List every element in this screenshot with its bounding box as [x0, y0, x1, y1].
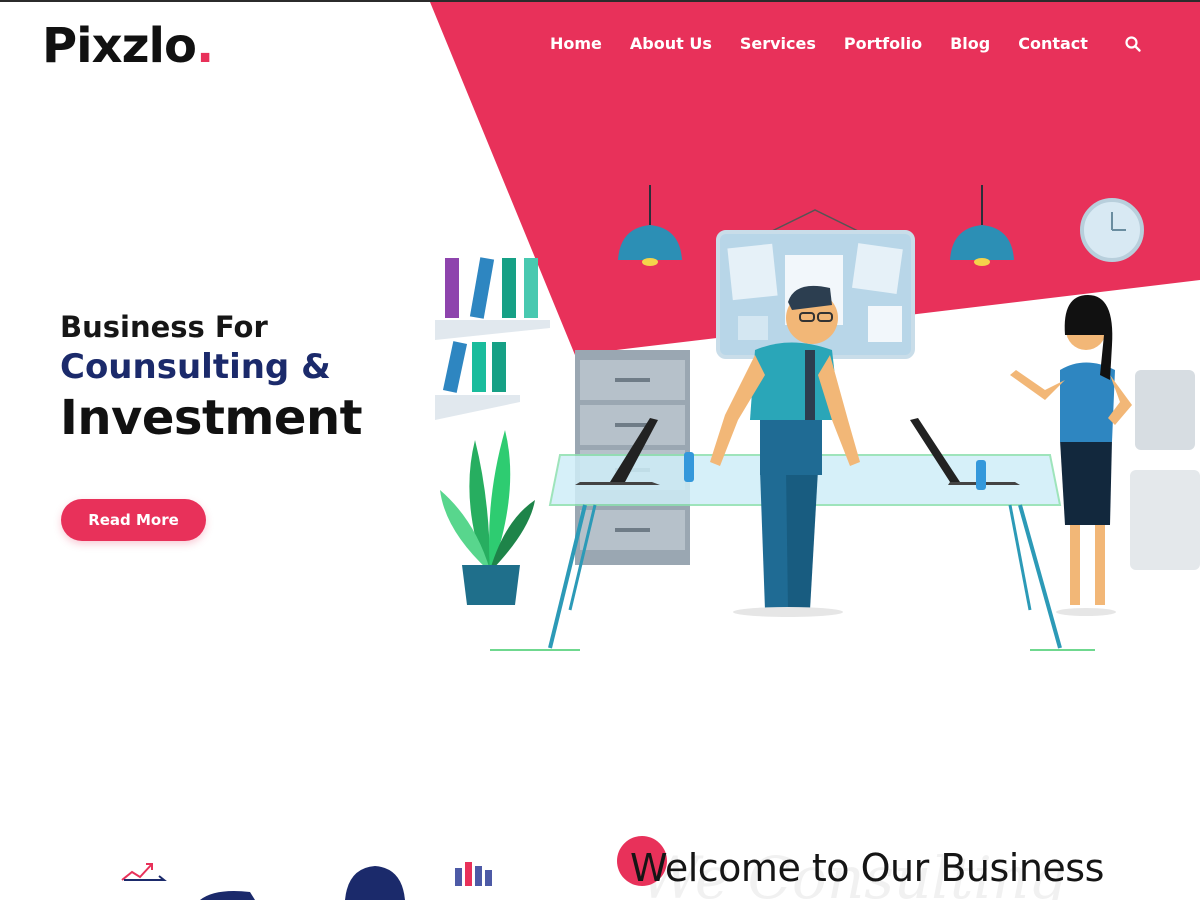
- welcome-title: Welcome to Our Business: [630, 846, 1104, 890]
- nav-item-blog[interactable]: Blog: [950, 34, 990, 53]
- person-icon: [345, 866, 405, 900]
- bar-chart-icon: [455, 862, 492, 886]
- brand-dot: .: [195, 18, 214, 74]
- search-icon[interactable]: [1124, 35, 1142, 53]
- wall-clock-icon: [1080, 198, 1144, 262]
- equipment-partial-icon: [1130, 370, 1200, 570]
- water-bottle-icon: [684, 452, 694, 482]
- potted-plant-icon: [440, 430, 535, 605]
- office-meeting-illustration: [435, 185, 1200, 651]
- nav-item-portfolio[interactable]: Portfolio: [844, 34, 922, 53]
- hero-heading-line-1: Business For: [60, 310, 268, 344]
- brand-logo[interactable]: Pixzlo.: [42, 18, 214, 74]
- nav-item-home[interactable]: Home: [550, 34, 602, 53]
- nav-item-services[interactable]: Services: [740, 34, 816, 53]
- bookshelf-icon: [435, 257, 550, 420]
- hero-heading-line-2: Counsulting &: [60, 347, 331, 387]
- read-more-button[interactable]: Read More: [61, 499, 206, 541]
- pendant-lamp-right-icon: [950, 185, 1014, 266]
- features-icon-row: [121, 862, 492, 900]
- hero-heading-line-3: Investment: [60, 390, 363, 446]
- growth-chart-icon: [121, 863, 167, 881]
- pendant-lamp-left-icon: [618, 185, 682, 266]
- welcome-section: We Consulting Welcome to Our Business: [600, 830, 1200, 900]
- hero-heading: Business For Counsulting & Investment: [60, 308, 363, 448]
- water-bottle-icon: [976, 460, 986, 490]
- main-nav: Home About Us Services Portfolio Blog Co…: [550, 34, 1142, 53]
- nav-item-contact[interactable]: Contact: [1018, 34, 1088, 53]
- brand-name: Pixzlo: [42, 18, 197, 74]
- nav-item-about-us[interactable]: About Us: [630, 34, 712, 53]
- person-icon: [200, 891, 255, 900]
